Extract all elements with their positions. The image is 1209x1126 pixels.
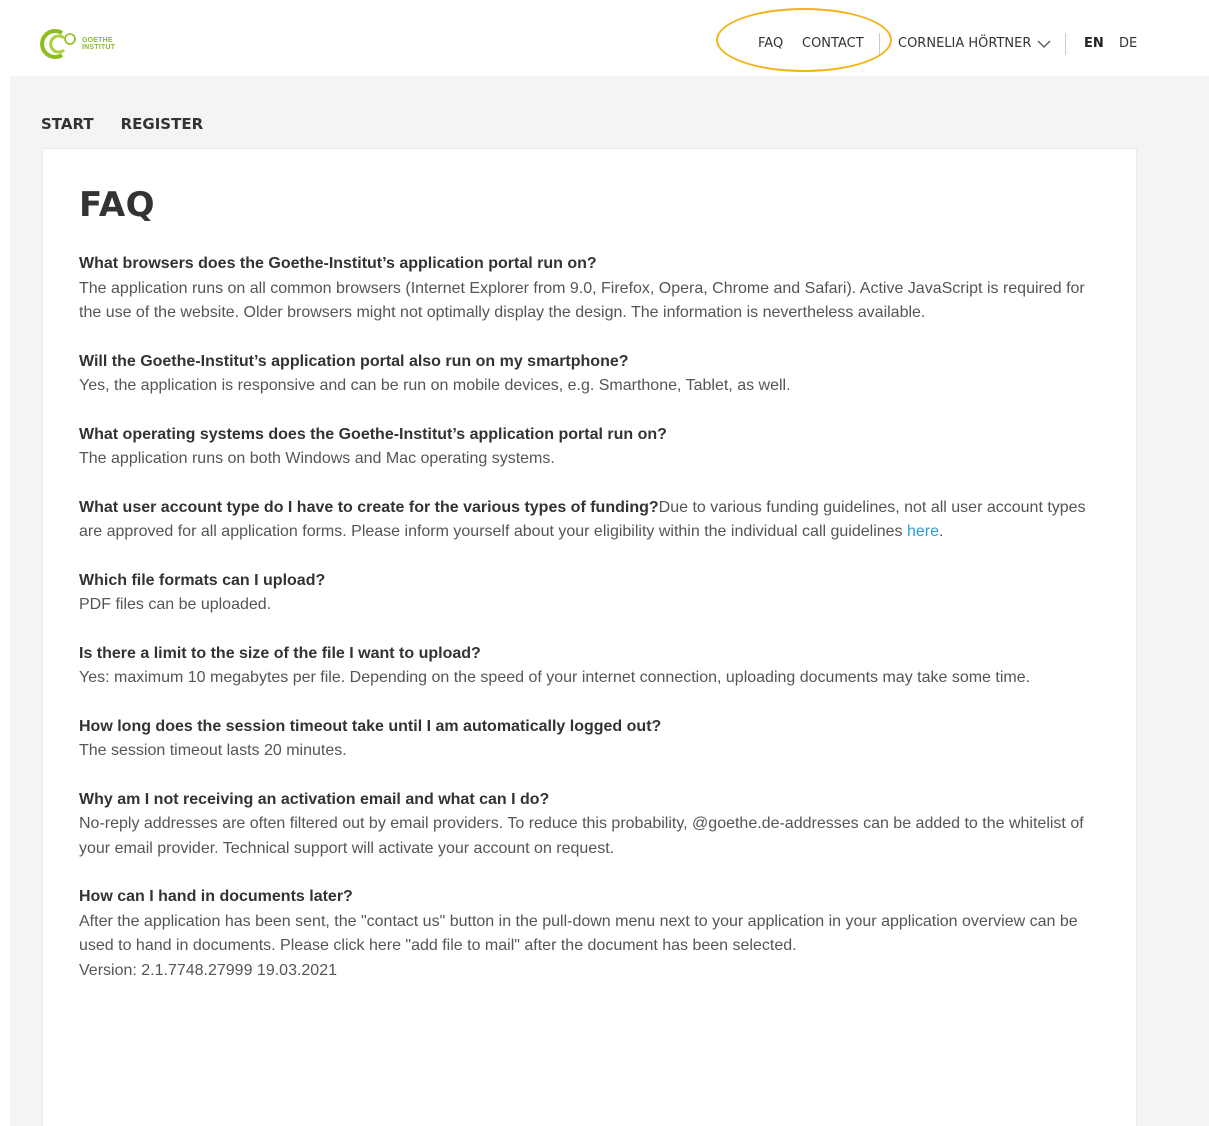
faq-question: Is there a limit to the size of the file… <box>79 644 481 662</box>
faq-answer-end: . <box>939 523 944 540</box>
lang-divider <box>1065 33 1066 55</box>
faq-answer: The session timeout lasts 20 minutes. <box>79 742 347 759</box>
faq-question: Will the Goethe-Institut’s application p… <box>79 352 629 370</box>
faq-item: Which file formats can I upload? PDF fil… <box>79 569 1109 618</box>
faq-item: How long does the session timeout take u… <box>79 715 1109 764</box>
nav-contact-link[interactable]: CONTACT <box>802 36 864 51</box>
faq-item: What browsers does the Goethe-Institut’s… <box>79 252 1109 326</box>
user-menu-toggle[interactable]: CORNELIA HÖRTNER <box>898 36 1051 51</box>
faq-answer: PDF files can be uploaded. <box>79 596 272 613</box>
faq-item: What operating systems does the Goethe-I… <box>79 423 1109 472</box>
faq-question: How can I hand in documents later? <box>79 888 353 905</box>
faq-question: What user account type do I have to crea… <box>79 498 659 516</box>
faq-answer: After the application has been sent, the… <box>79 912 1078 955</box>
breadcrumb: START REGISTER <box>41 115 230 133</box>
faq-answer: No-reply addresses are often filtered ou… <box>79 815 1084 857</box>
faq-item: Will the Goethe-Institut’s application p… <box>79 350 1109 399</box>
faq-question: What browsers does the Goethe-Institut’s… <box>79 255 597 272</box>
faq-question: Which file formats can I upload? <box>79 571 326 589</box>
faq-question: How long does the session timeout take u… <box>79 717 662 735</box>
lang-en-link[interactable]: EN <box>1084 36 1104 51</box>
nav-divider <box>879 33 880 55</box>
goethe-logo-icon <box>40 29 76 59</box>
faq-answer: The application runs on both Windows and… <box>79 450 555 467</box>
user-name: CORNELIA HÖRTNER <box>898 36 1032 51</box>
faq-answer: Yes, the application is responsive and c… <box>79 377 791 394</box>
faq-item: Is there a limit to the size of the file… <box>79 642 1109 691</box>
guidelines-here-link[interactable]: here <box>907 523 939 540</box>
chevron-down-icon <box>1037 40 1051 48</box>
faq-item: What user account type do I have to crea… <box>79 496 1109 545</box>
goethe-logo[interactable]: GOETHE INSTITUT <box>40 26 140 62</box>
faq-item: Why am I not receiving an activation ema… <box>79 788 1109 862</box>
logo-line2: INSTITUT <box>82 44 116 51</box>
faq-list: What browsers does the Goethe-Institut’s… <box>79 252 1109 1007</box>
page-title: FAQ <box>79 185 156 225</box>
version-text: Version: 2.1.7748.27999 19.03.2021 <box>79 961 337 979</box>
breadcrumb-start[interactable]: START <box>41 115 94 133</box>
faq-answer: Yes: maximum 10 megabytes per file. Depe… <box>79 669 1031 686</box>
breadcrumb-register[interactable]: REGISTER <box>121 115 204 133</box>
faq-question: What operating systems does the Goethe-I… <box>79 425 667 443</box>
faq-question: Why am I not receiving an activation ema… <box>79 790 550 808</box>
faq-item: How can I hand in documents later? After… <box>79 885 1109 983</box>
nav-faq-link[interactable]: FAQ <box>758 36 783 51</box>
logo-line1: GOETHE <box>82 37 113 44</box>
logo-wordmark: GOETHE INSTITUT <box>82 37 115 51</box>
top-bar: GOETHE INSTITUT FAQ CONTACT CORNELIA HÖR… <box>0 0 1209 76</box>
lang-de-link[interactable]: DE <box>1119 36 1137 51</box>
faq-answer: The application runs on all common brows… <box>79 279 1085 322</box>
